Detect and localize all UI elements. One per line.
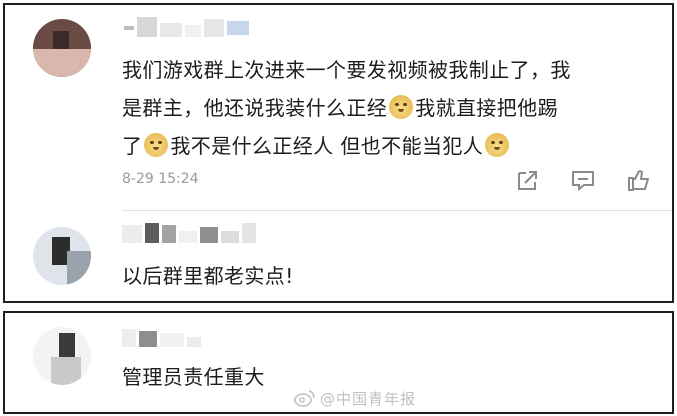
like-button[interactable]	[626, 168, 652, 192]
comment-actions	[514, 168, 652, 192]
username-redacted[interactable]	[122, 223, 256, 245]
reply-text: 以后群里都老实点!	[122, 264, 294, 288]
comment-line-2-part-2: 我就直接把他踢	[415, 96, 559, 120]
comment-text: 管理员责任重大	[122, 365, 265, 389]
comment-line-2-part-1: 是群主，他还说我装什么正经	[122, 96, 388, 120]
avatar-blur	[51, 357, 81, 385]
comment-line-1: 我们游戏群上次进来一个要发视频被我制止了，我	[122, 58, 571, 82]
timestamp: 8-29 15:24	[122, 171, 199, 187]
avatar[interactable]	[33, 227, 91, 285]
watermark-text: @中国青年报	[320, 389, 417, 408]
avatar[interactable]	[33, 327, 91, 385]
username-redacted[interactable]	[124, 17, 249, 39]
share-button[interactable]	[514, 168, 540, 192]
like-icon	[628, 170, 649, 191]
comment-icon	[572, 171, 594, 191]
doge-emoji-icon	[485, 133, 510, 157]
weibo-logo-icon	[294, 390, 315, 407]
doge-emoji-icon	[144, 133, 169, 157]
comment-line-3-part-1: 了	[122, 134, 143, 158]
avatar-blur	[67, 251, 91, 285]
weibo-watermark: @中国青年报	[294, 386, 416, 410]
comment-line-3-part-2: 我不是什么正经人 但也不能当犯人	[170, 134, 484, 158]
avatar-blur	[33, 49, 91, 77]
comment-button[interactable]	[570, 168, 596, 192]
share-icon	[518, 171, 537, 190]
doge-emoji-icon	[389, 95, 414, 119]
comment-card-1: 我们游戏群上次进来一个要发视频被我制止了，我 是群主，他还说我装什么正经 我就直接…	[3, 3, 674, 303]
divider	[122, 210, 672, 211]
username-redacted[interactable]	[122, 327, 201, 349]
comment-text: 我们游戏群上次进来一个要发视频被我制止了，我 是群主，他还说我装什么正经 我就直接…	[122, 51, 662, 165]
avatar[interactable]	[33, 19, 91, 77]
